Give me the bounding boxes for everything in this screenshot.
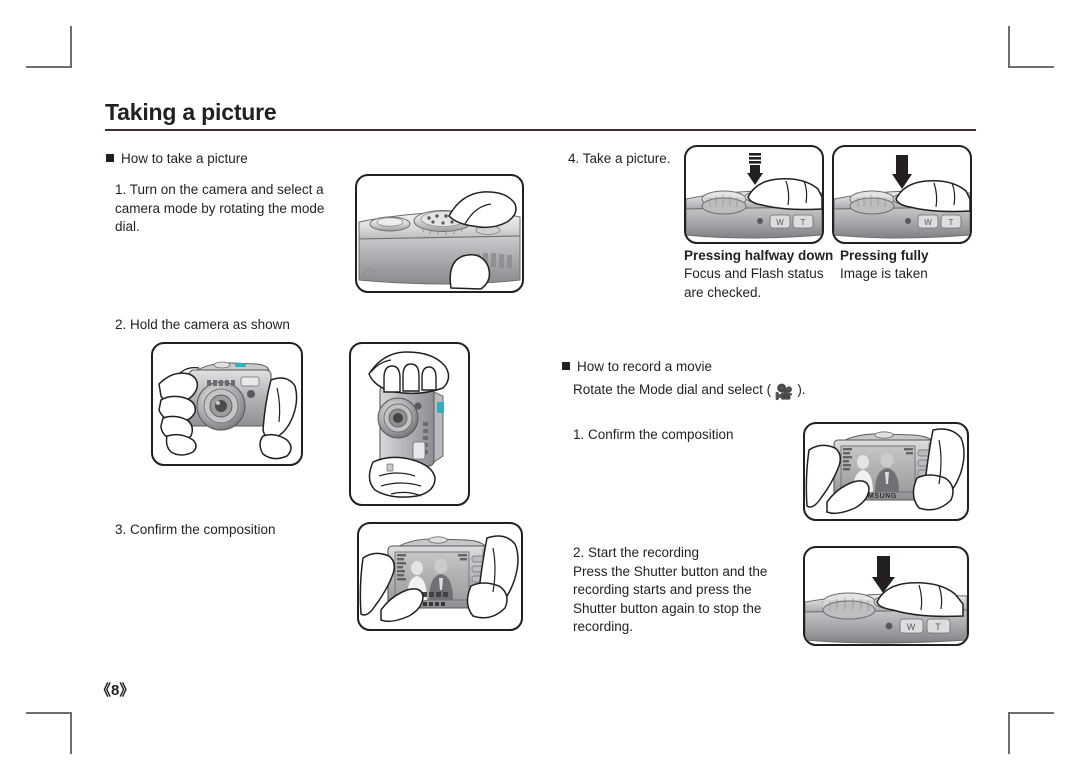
- step-1-text: 1. Turn on the camera and select a camer…: [115, 182, 325, 235]
- figure-hold-camera-front: [151, 342, 303, 466]
- section-heading-how-to-record-a-movie: How to record a movie: [562, 358, 712, 377]
- svg-text:T: T: [949, 218, 954, 227]
- movie-step-2-text: 2. Start the recording Press the Shutter…: [573, 545, 768, 635]
- title-divider: [105, 129, 976, 131]
- press-halfway-label: Pressing halfway down: [684, 248, 834, 263]
- movie-mode-instruction: Rotate the Mode dial and select ( 🎥 ).: [573, 382, 806, 401]
- manual-page: Taking a picture How to take a picture 1…: [0, 0, 1080, 779]
- square-bullet-icon: [106, 154, 114, 162]
- svg-text:W: W: [924, 218, 932, 227]
- page-number: 《8》: [96, 682, 135, 699]
- press-fully-label: Pressing fully: [840, 248, 929, 263]
- figure-hold-camera-vertical: [349, 342, 470, 506]
- page-title: Taking a picture: [105, 99, 277, 125]
- step-4-text: 4. Take a picture.: [568, 151, 671, 166]
- figure-press-fully: W T: [832, 145, 972, 244]
- movie-step-1-text: 1. Confirm the composition: [573, 427, 734, 442]
- svg-text:T: T: [801, 218, 806, 227]
- step-3-text: 3. Confirm the composition: [115, 522, 276, 537]
- figure-confirm-composition: [357, 522, 523, 631]
- figure-movie-shutter-press: W T: [803, 546, 969, 646]
- press-halfway-description: Focus and Flash status are checked.: [684, 266, 824, 300]
- svg-text:W: W: [776, 218, 784, 227]
- square-bullet-icon-movie: [562, 362, 570, 370]
- press-fully-description: Image is taken: [840, 266, 928, 281]
- step-2-text: 2. Hold the camera as shown: [115, 317, 290, 332]
- figure-movie-confirm-composition: SAMSUNG: [803, 422, 969, 521]
- figure-mode-dial: [355, 174, 524, 293]
- section-heading-how-to-take-a-picture: How to take a picture: [106, 150, 248, 169]
- figure-press-halfway: W T: [684, 145, 824, 244]
- movie-camera-icon: 🎥: [774, 384, 794, 401]
- svg-text:W: W: [907, 622, 916, 632]
- svg-text:T: T: [935, 622, 941, 632]
